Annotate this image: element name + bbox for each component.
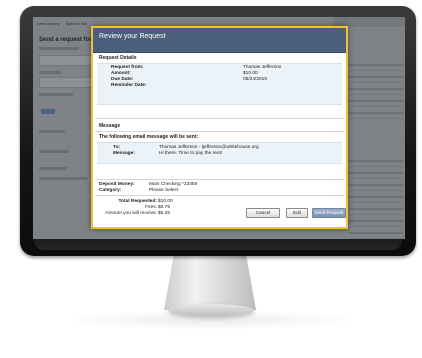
category-label: Category: bbox=[99, 188, 122, 193]
divider bbox=[95, 179, 344, 180]
background-text bbox=[39, 167, 67, 170]
deposit-values: Main Checking *23456 Please Select bbox=[149, 182, 197, 194]
reminder-date-label: Reminder Date: bbox=[111, 83, 147, 88]
screen: Send Money Split the Bill Send a request… bbox=[33, 17, 405, 239]
background-text bbox=[39, 150, 69, 153]
background-table-row bbox=[349, 217, 403, 227]
send-request-button[interactable]: Send Request bbox=[312, 208, 346, 218]
message-value: Hi there. Time to pay the rent! bbox=[159, 151, 223, 156]
due-date-value: 05/24/2016 bbox=[243, 77, 268, 82]
deposit-labels: Deposit Money: Category: bbox=[99, 182, 135, 194]
email-values: Thomas Jefferson - tjefferson@whitehouse… bbox=[159, 145, 259, 157]
background-text bbox=[39, 71, 61, 74]
background-table-row bbox=[349, 193, 403, 203]
background-table-row bbox=[349, 181, 403, 191]
category-value[interactable]: Please Select bbox=[149, 188, 197, 194]
background-table-row bbox=[349, 109, 403, 119]
background-tab[interactable]: Split the Bill bbox=[65, 21, 86, 31]
background-heading: Send a request for bbox=[39, 37, 92, 43]
background-button bbox=[41, 109, 55, 114]
amount-receive-label: Amount you will receive: bbox=[105, 211, 157, 216]
message-heading: Message bbox=[99, 123, 121, 129]
background-text bbox=[39, 93, 73, 96]
divider bbox=[95, 118, 344, 119]
background-text bbox=[39, 47, 79, 50]
totals-values: $10.00 $0.75 $9.25 bbox=[158, 199, 173, 217]
background-table-row bbox=[349, 169, 403, 179]
background-text bbox=[39, 177, 87, 180]
monitor-base bbox=[168, 304, 254, 316]
background-table-row bbox=[349, 61, 403, 71]
email-heading: The following email message will be sent… bbox=[99, 134, 199, 140]
background-table-row bbox=[349, 73, 403, 83]
background-table-row bbox=[349, 229, 403, 239]
dialog-title: Review your Request bbox=[99, 33, 166, 40]
edit-button[interactable]: Edit bbox=[286, 208, 308, 218]
totals-labels: Total Requested: Fees: Amount you will r… bbox=[97, 199, 157, 217]
request-details-labels: Request from: Amount: Due Date: Reminder… bbox=[111, 65, 146, 89]
background-table-row bbox=[349, 97, 403, 107]
dialog-header bbox=[93, 28, 346, 53]
background-text bbox=[39, 130, 65, 133]
cancel-button[interactable]: Cancel bbox=[246, 208, 280, 218]
monitor-stand bbox=[164, 254, 256, 310]
request-details-values: Thomas Jefferson $10.00 05/24/2016 bbox=[243, 65, 281, 83]
background-table-row bbox=[349, 85, 403, 95]
amount-receive-value: $9.25 bbox=[158, 211, 171, 216]
divider bbox=[95, 195, 344, 196]
email-labels: To: Message: bbox=[113, 145, 135, 157]
review-request-dialog: Review your Request Request Details Requ… bbox=[91, 26, 348, 229]
request-details-heading: Request Details bbox=[99, 55, 137, 61]
background-table-row bbox=[349, 205, 403, 215]
divider bbox=[95, 131, 344, 132]
background-tab[interactable]: Send Money bbox=[37, 21, 59, 31]
background-table-row bbox=[349, 157, 403, 167]
background-tabs: Send Money Split the Bill bbox=[37, 21, 86, 31]
message-label: Message: bbox=[113, 151, 135, 156]
